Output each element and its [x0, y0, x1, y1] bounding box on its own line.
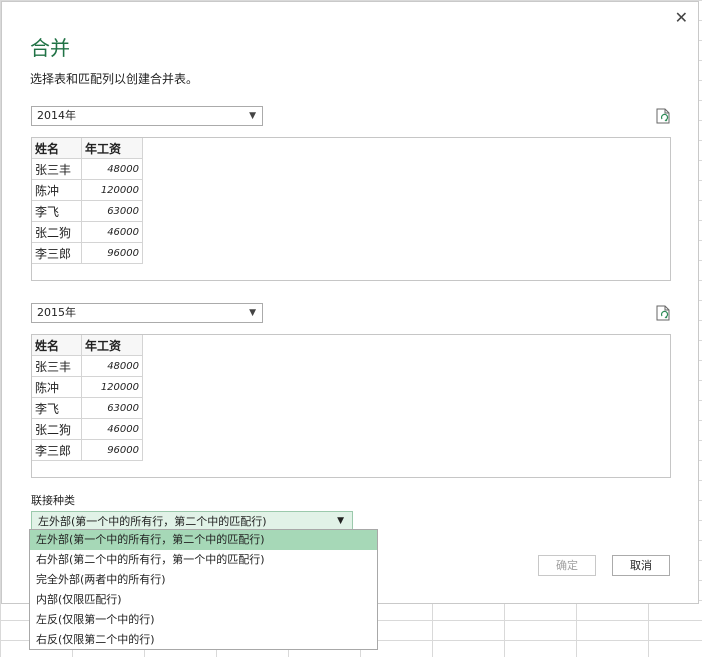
table2-select[interactable]: 2015年 ▼ — [31, 303, 263, 323]
join-option-right-anti[interactable]: 右反(仅限第二个中的行) — [30, 630, 377, 650]
table1-grid: 姓名 年工资 张三丰 48000 陈冲 120000 李飞 63000 张二狗 4600… — [32, 138, 143, 264]
dialog-subtitle: 选择表和匹配列以创建合并表。 — [30, 72, 199, 86]
table-cell: 张二狗 — [32, 418, 82, 440]
table-cell: 48000 — [81, 158, 143, 180]
table-row: 陈冲 120000 — [32, 179, 143, 201]
table-header-row: 姓名 年工资 — [32, 138, 143, 159]
table-row: 张三丰 48000 — [32, 355, 143, 377]
table-cell: 陈冲 — [32, 179, 82, 201]
table-cell: 120000 — [81, 376, 143, 398]
chevron-down-icon: ▼ — [249, 111, 256, 121]
join-kind-dropdown: 左外部(第一个中的所有行，第二个中的匹配行) 右外部(第二个中的所有行，第一个中… — [29, 529, 378, 650]
join-option-left-outer[interactable]: 左外部(第一个中的所有行，第二个中的匹配行) — [30, 530, 377, 550]
table-row: 张二狗 46000 — [32, 418, 143, 440]
table2-preview: 姓名 年工资 张三丰 48000 陈冲 120000 李飞 63000 张二狗 4600… — [31, 334, 671, 478]
table-cell: 63000 — [81, 397, 143, 419]
ok-button[interactable]: 确定 — [538, 555, 596, 576]
table-cell: 63000 — [81, 200, 143, 222]
table1-select-value: 2014年 — [37, 109, 76, 122]
table1-preview: 姓名 年工资 张三丰 48000 陈冲 120000 李飞 63000 张二狗 4600… — [31, 137, 671, 281]
table-cell: 张三丰 — [32, 158, 82, 180]
dialog-title: 合并 — [30, 36, 70, 60]
table-row: 张三丰 48000 — [32, 158, 143, 180]
cancel-button[interactable]: 取消 — [612, 555, 670, 576]
table-cell: 陈冲 — [32, 376, 82, 398]
close-icon[interactable]: ✕ — [675, 8, 688, 27]
table-cell: 李飞 — [32, 200, 82, 222]
table-cell: 48000 — [81, 355, 143, 377]
table-cell: 李三郎 — [32, 242, 82, 264]
join-option-left-anti[interactable]: 左反(仅限第一个中的行) — [30, 610, 377, 630]
column-header: 姓名 — [32, 335, 82, 356]
join-option-inner[interactable]: 内部(仅限匹配行) — [30, 590, 377, 610]
table1-select[interactable]: 2014年 ▼ — [31, 106, 263, 126]
table-cell: 96000 — [81, 439, 143, 461]
table-cell: 46000 — [81, 418, 143, 440]
column-header: 年工资 — [81, 138, 143, 159]
table-row: 张二狗 46000 — [32, 221, 143, 243]
table-row: 李飞 63000 — [32, 397, 143, 419]
join-option-full-outer[interactable]: 完全外部(两者中的所有行) — [30, 570, 377, 590]
chevron-down-icon: ▼ — [249, 308, 256, 318]
table-header-row: 姓名 年工资 — [32, 335, 143, 356]
table-cell: 120000 — [81, 179, 143, 201]
join-kind-label: 联接种类 — [31, 494, 75, 507]
table-cell: 46000 — [81, 221, 143, 243]
join-kind-select-value: 左外部(第一个中的所有行，第二个中的匹配行) — [38, 515, 267, 528]
table-cell: 张三丰 — [32, 355, 82, 377]
refresh-icon[interactable] — [656, 108, 670, 124]
table2-grid: 姓名 年工资 张三丰 48000 陈冲 120000 李飞 63000 张二狗 4600… — [32, 335, 143, 461]
join-option-right-outer[interactable]: 右外部(第二个中的所有行，第一个中的匹配行) — [30, 550, 377, 570]
table-cell: 李飞 — [32, 397, 82, 419]
merge-dialog: ✕ 合并 选择表和匹配列以创建合并表。 2014年 ▼ 姓名 年工资 张三丰 48… — [1, 1, 699, 604]
table-row: 李飞 63000 — [32, 200, 143, 222]
refresh-icon[interactable] — [656, 305, 670, 321]
table-cell: 李三郎 — [32, 439, 82, 461]
table-cell: 张二狗 — [32, 221, 82, 243]
column-header: 姓名 — [32, 138, 82, 159]
table-cell: 96000 — [81, 242, 143, 264]
table-row: 陈冲 120000 — [32, 376, 143, 398]
column-header: 年工资 — [81, 335, 143, 356]
table2-select-value: 2015年 — [37, 306, 76, 319]
table-row: 李三郎 96000 — [32, 439, 143, 461]
table-row: 李三郎 96000 — [32, 242, 143, 264]
